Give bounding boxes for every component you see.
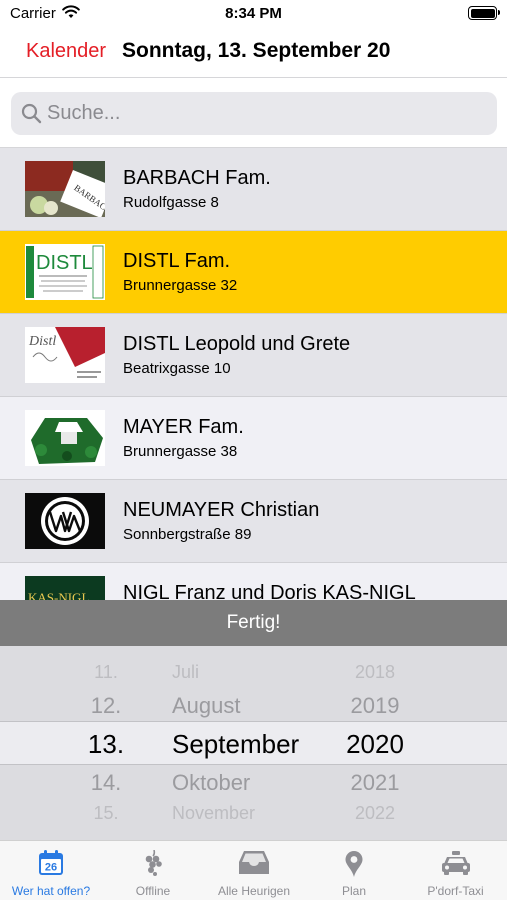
list-item-address: Rudolfgasse 8 xyxy=(123,194,219,211)
mayer-logo-thumbnail xyxy=(25,410,105,466)
picker-year-selected[interactable]: 2020 xyxy=(340,729,410,760)
back-button-kalender[interactable]: Kalender xyxy=(26,40,106,63)
search-input[interactable] xyxy=(47,92,487,135)
svg-text:KAS-NIGL: KAS-NIGL xyxy=(28,590,89,600)
picker-day-option[interactable]: 11. xyxy=(86,662,126,683)
picker-year-option[interactable]: 2022 xyxy=(340,803,410,824)
grapes-icon xyxy=(142,849,164,881)
list-item-name: NIGL Franz und Doris KAS-NIGL xyxy=(123,582,416,600)
heurigen-list[interactable]: BARBACH BARBACH Fam. Rudolfgasse 8 DISTL xyxy=(0,148,507,600)
status-bar: Carrier 8:34 PM xyxy=(0,0,507,30)
distl-logo-thumbnail: DISTL xyxy=(25,244,105,300)
list-item[interactable]: MAYER Fam. Brunnergasse 38 xyxy=(0,397,507,480)
tab-pdorf-taxi[interactable]: P'dorf-Taxi xyxy=(404,841,507,900)
search-icon xyxy=(21,103,42,129)
navigation-bar: Kalender Sonntag, 13. September 20 xyxy=(0,30,507,78)
picker-day-option[interactable]: 15. xyxy=(86,803,126,824)
taxi-icon xyxy=(441,850,471,881)
neumayer-logo-thumbnail xyxy=(25,493,105,549)
picker-month-selected[interactable]: September xyxy=(172,729,299,760)
picker-day-option[interactable]: 14. xyxy=(86,770,126,796)
picker-day-option[interactable]: 12. xyxy=(86,693,126,719)
distl-leopold-logo-thumbnail: Distl xyxy=(25,327,105,383)
picker-month-option[interactable]: August xyxy=(172,693,241,719)
picker-year-option[interactable]: 2018 xyxy=(340,662,410,683)
battery-icon xyxy=(468,6,500,20)
tab-bar: 26 Wer hat offen? Offline Alle Heurigen … xyxy=(0,840,507,900)
picker-toolbar: Fertig! xyxy=(0,600,507,646)
list-item-address: Sonnbergstraße 89 xyxy=(123,526,252,543)
kas-nigl-logo-thumbnail: KAS-NIGL xyxy=(25,576,105,600)
map-pin-icon xyxy=(344,850,364,883)
status-time: 8:34 PM xyxy=(225,5,282,22)
picker-month-option[interactable]: November xyxy=(172,803,255,824)
tab-label: Plan xyxy=(341,884,367,898)
tab-alle-heurigen[interactable]: Alle Heurigen xyxy=(204,841,304,900)
list-item-name: DISTL Leopold und Grete xyxy=(123,333,351,355)
inbox-icon xyxy=(238,850,270,881)
svg-text:Distl: Distl xyxy=(28,334,56,349)
list-item-selected[interactable]: DISTL DISTL Fam. Brunnergasse 32 xyxy=(0,231,507,314)
list-item-name: BARBACH Fam. xyxy=(123,167,271,189)
picker-month-option[interactable]: Juli xyxy=(172,662,199,683)
list-item-name: NEUMAYER Christian xyxy=(123,499,320,521)
tab-label: P'dorf-Taxi xyxy=(427,884,484,898)
list-item[interactable]: KAS-NIGL NIGL Franz und Doris KAS-NIGL xyxy=(0,563,507,600)
picker-year-option[interactable]: 2019 xyxy=(340,693,410,719)
page-title: Sonntag, 13. September 20 xyxy=(122,39,391,62)
list-item-name: DISTL Fam. xyxy=(123,250,231,272)
calendar-icon: 26 xyxy=(38,850,64,881)
tab-offline[interactable]: Offline xyxy=(102,841,204,900)
barbach-logo-thumbnail: BARBACH xyxy=(25,161,105,217)
app-screen: Carrier 8:34 PM Kalender Sonntag, 13. Se… xyxy=(0,0,507,900)
list-item[interactable]: NEUMAYER Christian Sonnbergstraße 89 xyxy=(0,480,507,563)
tab-label: Alle Heurigen xyxy=(217,884,291,898)
done-button[interactable]: Fertig! xyxy=(0,600,507,646)
picker-day-selected[interactable]: 13. xyxy=(86,729,126,760)
list-item-address: Beatrixgasse 10 xyxy=(123,360,231,377)
list-item[interactable]: BARBACH BARBACH Fam. Rudolfgasse 8 xyxy=(0,148,507,231)
picker-year-option[interactable]: 2021 xyxy=(340,770,410,796)
list-item[interactable]: Distl DISTL Leopold und Grete Beatrixgas… xyxy=(0,314,507,397)
picker-month-option[interactable]: Oktober xyxy=(172,770,250,796)
svg-text:26: 26 xyxy=(45,862,57,874)
tab-wer-hat-offen[interactable]: 26 Wer hat offen? xyxy=(0,841,102,900)
list-item-name: MAYER Fam. xyxy=(123,416,244,438)
svg-text:DISTL: DISTL xyxy=(36,252,93,274)
list-item-address: Brunnergasse 38 xyxy=(123,443,238,460)
tab-plan[interactable]: Plan xyxy=(304,841,404,900)
list-item-address: Brunnergasse 32 xyxy=(123,277,238,294)
search-bar[interactable] xyxy=(11,92,497,135)
tab-label: Wer hat offen? xyxy=(11,884,91,898)
date-picker[interactable]: 11. 12. 13. 14. 15. Juli August Septembe… xyxy=(0,646,507,840)
tab-label: Offline xyxy=(135,884,171,898)
